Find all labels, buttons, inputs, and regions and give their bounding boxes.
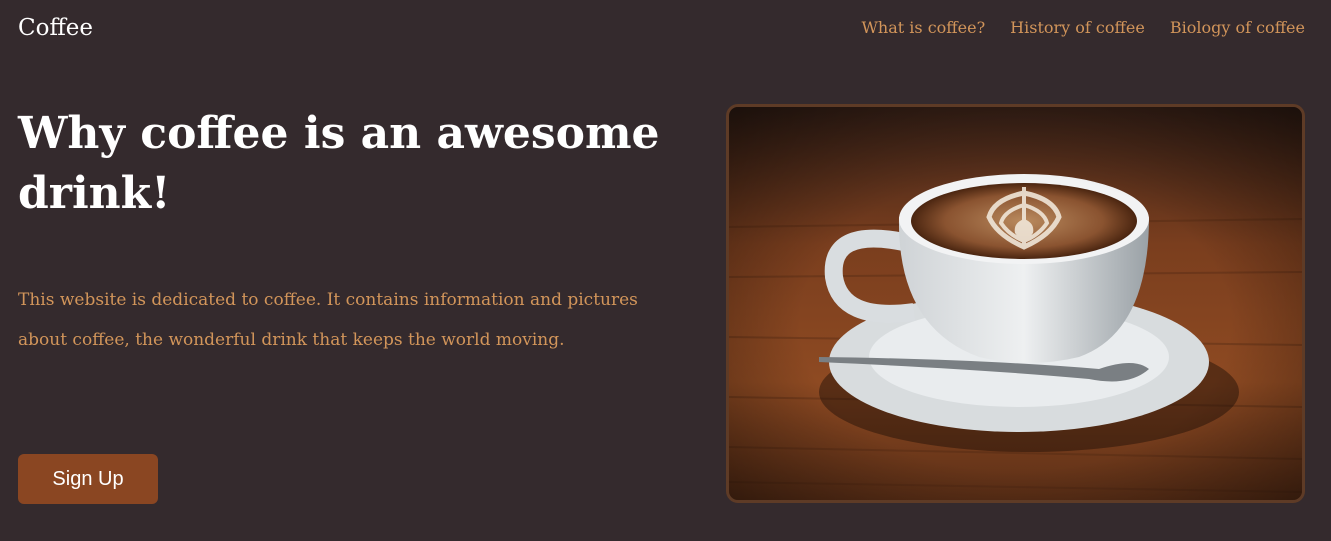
nav-link-history-of-coffee[interactable]: History of coffee [1010, 17, 1145, 39]
nav-link-what-is-coffee[interactable]: What is coffee? [861, 17, 985, 39]
coffee-cup-illustration [729, 107, 1302, 500]
hero-description: This website is dedicated to coffee. It … [18, 290, 638, 350]
nav-link-biology-of-coffee[interactable]: Biology of coffee [1170, 17, 1305, 39]
sign-up-button[interactable]: Sign Up [18, 454, 158, 504]
hero-title: Why coffee is an awesome drink! [18, 108, 660, 219]
hero-image [726, 104, 1305, 503]
site-logo[interactable]: Coffee [18, 13, 93, 43]
main-nav: What is coffee? History of coffee Biolog… [861, 17, 1305, 39]
